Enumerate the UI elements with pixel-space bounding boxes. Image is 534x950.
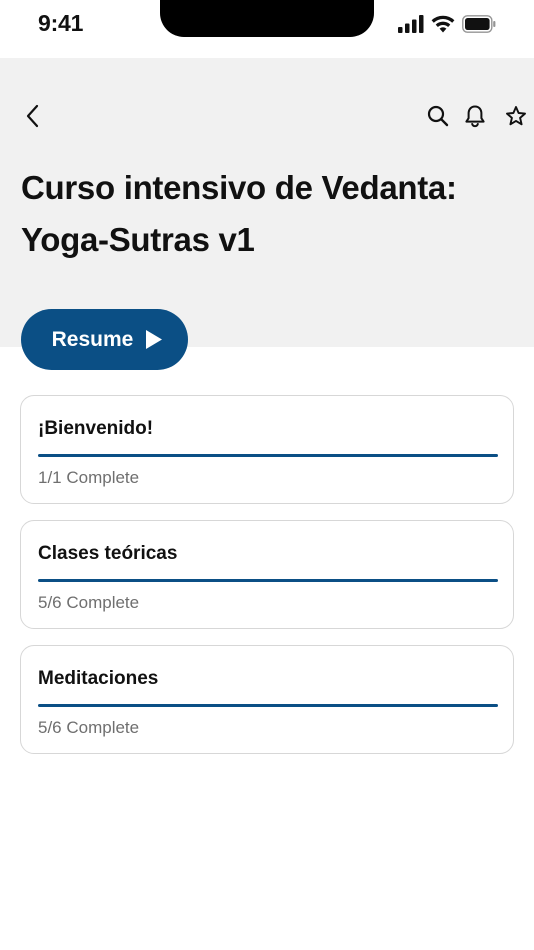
module-status: 5/6 Complete: [38, 718, 140, 737]
module-title: Meditaciones: [38, 668, 159, 689]
course-header: Curso intensivo de Vedanta: Yoga-Sutras …: [0, 58, 534, 347]
status-icons: [398, 15, 496, 33]
progress-bar: [38, 704, 498, 707]
resume-button-label: Resume: [51, 327, 134, 351]
notifications-button[interactable]: [461, 102, 489, 130]
module-card[interactable]: ¡Bienvenido! 1/1 Complete: [20, 395, 514, 504]
module-title: ¡Bienvenido!: [38, 418, 154, 439]
screen: 9:41 Curso intensivo de Vedanta: Yoga-Su…: [0, 0, 534, 950]
module-status: 1/1 Complete: [38, 468, 140, 487]
progress-bar: [38, 579, 498, 582]
status-time: 9:41: [38, 10, 84, 36]
search-icon: [427, 105, 449, 127]
bell-icon: [465, 105, 485, 128]
back-button[interactable]: [18, 102, 46, 130]
progress-fill: [38, 454, 498, 457]
star-icon: [506, 106, 526, 126]
module-card[interactable]: Clases teóricas 5/6 Complete: [20, 520, 514, 629]
progress-fill: [38, 579, 498, 582]
search-button[interactable]: [424, 102, 452, 130]
back-chevron-icon: [26, 104, 39, 128]
module-status: 5/6 Complete: [38, 593, 140, 612]
module-title: Clases teóricas: [38, 543, 178, 564]
notch: [160, 0, 374, 37]
wifi-icon: [431, 15, 455, 33]
module-card[interactable]: Meditaciones 5/6 Complete: [20, 645, 514, 754]
resume-button[interactable]: Resume: [21, 309, 188, 370]
progress-bar: [38, 454, 498, 457]
progress-fill: [38, 704, 498, 707]
status-bar: 9:41: [0, 0, 534, 58]
course-title: Curso intensivo de Vedanta: Yoga-Sutras …: [21, 169, 457, 258]
battery-icon: [462, 15, 496, 33]
play-icon: [146, 330, 163, 349]
favorite-button[interactable]: [502, 102, 530, 130]
cellular-signal-icon: [398, 15, 424, 33]
